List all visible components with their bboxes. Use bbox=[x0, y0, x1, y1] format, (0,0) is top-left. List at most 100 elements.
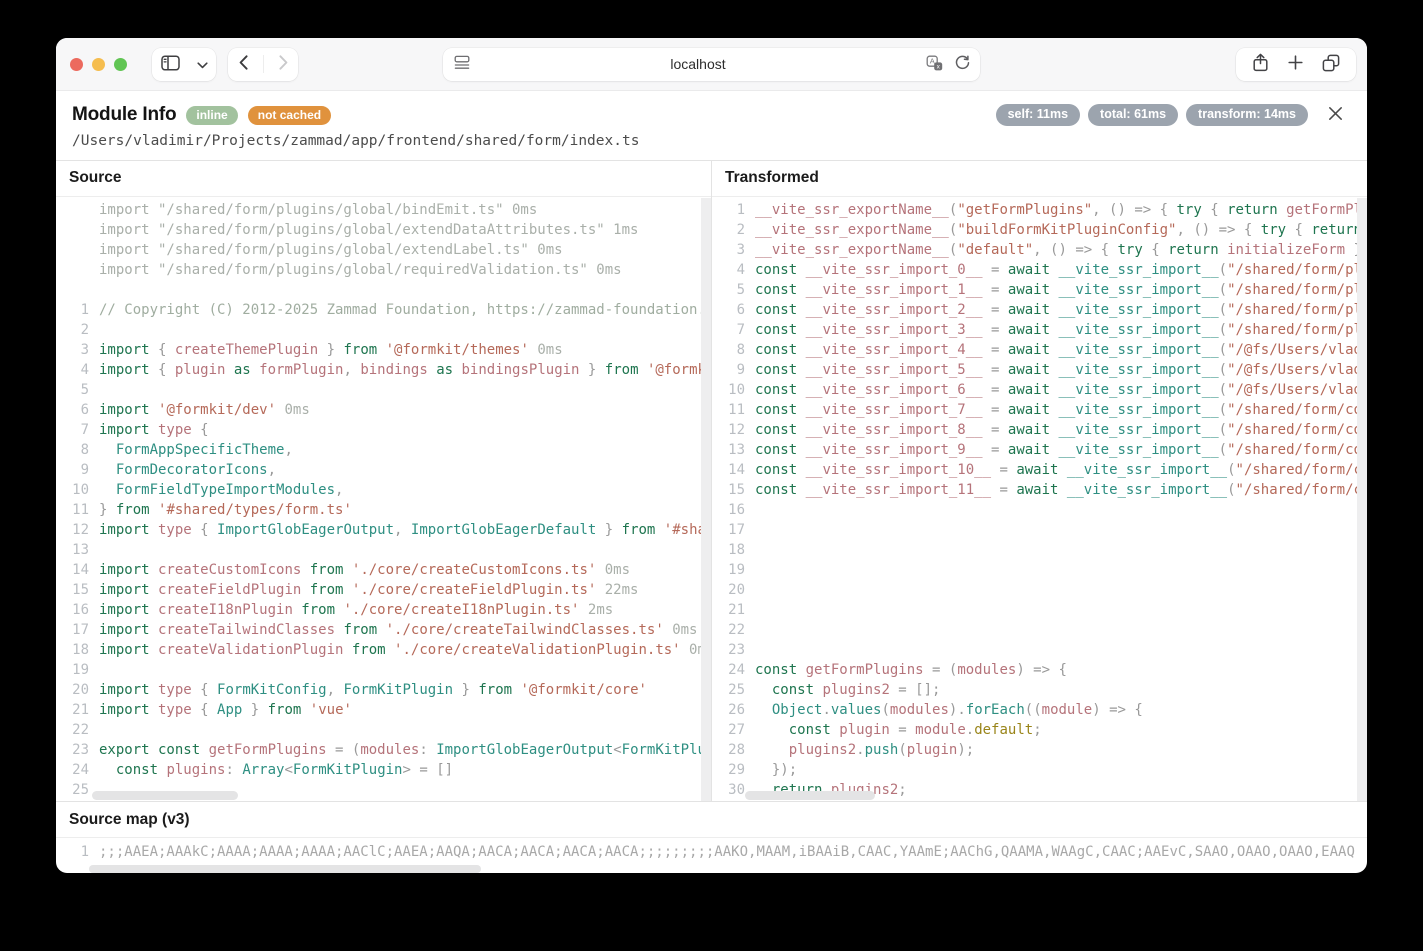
code-token: formPlugin bbox=[259, 362, 343, 378]
code-token: import bbox=[99, 342, 150, 358]
code-token: "getFormPlugins" bbox=[957, 202, 1092, 218]
code-token: < bbox=[613, 742, 621, 758]
sidebar-options-button[interactable] bbox=[191, 57, 214, 72]
code-token: const bbox=[755, 342, 797, 358]
code-token: FormKitPlugin bbox=[622, 742, 711, 758]
code-token: createThemePlugin bbox=[175, 342, 318, 358]
code-token: = ( bbox=[327, 742, 361, 758]
code-token: = bbox=[983, 402, 1008, 418]
code-line: 18import createValidationPlugin from './… bbox=[56, 640, 711, 660]
code-line: 22 bbox=[56, 720, 711, 740]
code-token: import bbox=[99, 562, 150, 578]
code-token: ( bbox=[1219, 282, 1227, 298]
tab-overview-button[interactable] bbox=[1316, 54, 1346, 75]
code-text: plugins2.push(plugin); bbox=[755, 740, 974, 760]
code-token: await bbox=[1008, 342, 1050, 358]
code-line: 17import createTailwindClasses from './c… bbox=[56, 620, 711, 640]
transformed-panel: Transformed 1__vite_ssr_exportName__("ge… bbox=[711, 161, 1367, 801]
code-token: __vite_ssr_import_4__ bbox=[797, 342, 982, 358]
code-text: const __vite_ssr_import_3__ = await __vi… bbox=[755, 320, 1367, 340]
code-token: return bbox=[1168, 242, 1219, 258]
code-text: const __vite_ssr_import_2__ = await __vi… bbox=[755, 300, 1367, 320]
translate-button[interactable]: A x bbox=[920, 55, 949, 74]
close-button[interactable] bbox=[1326, 104, 1345, 126]
minimize-window-button[interactable] bbox=[92, 58, 105, 71]
code-token: = bbox=[983, 442, 1008, 458]
new-tab-button[interactable] bbox=[1282, 55, 1309, 73]
code-line: 1__vite_ssr_exportName__("getFormPlugins… bbox=[712, 200, 1367, 220]
code-token: { bbox=[192, 522, 217, 538]
code-token: import "/shared/form/plugins/global/bind… bbox=[99, 202, 537, 218]
code-token: 0ms bbox=[596, 562, 630, 578]
code-token: 'vue' bbox=[310, 702, 352, 718]
close-window-button[interactable] bbox=[70, 58, 83, 71]
transformed-panel-title: Transformed bbox=[712, 161, 1367, 197]
source-horizontal-scrollbar[interactable] bbox=[92, 791, 238, 800]
code-token bbox=[150, 502, 158, 518]
zoom-window-button[interactable] bbox=[114, 58, 127, 71]
code-line bbox=[56, 280, 711, 300]
code-token: plugins bbox=[158, 762, 225, 778]
code-token: from bbox=[310, 562, 344, 578]
source-vertical-scrollbar[interactable] bbox=[701, 198, 711, 801]
share-button[interactable] bbox=[1246, 53, 1275, 75]
module-file-path: /Users/vladimir/Projects/zammad/app/fron… bbox=[72, 133, 1351, 149]
code-token: modules bbox=[957, 662, 1016, 678]
address-bar[interactable]: localhost A x bbox=[443, 48, 980, 81]
code-token: } bbox=[580, 362, 605, 378]
line-number: 3 bbox=[712, 240, 755, 260]
code-token: from bbox=[310, 582, 344, 598]
line-number: 16 bbox=[712, 500, 755, 520]
code-token: ( bbox=[1219, 362, 1227, 378]
code-text: const plugins: Array<FormKitPlugin> = [] bbox=[99, 760, 453, 780]
code-text: import '@formkit/dev' 0ms bbox=[99, 400, 310, 420]
code-line: import "/shared/form/plugins/global/exte… bbox=[56, 220, 711, 240]
code-token: ( bbox=[1227, 462, 1235, 478]
reload-button[interactable] bbox=[949, 55, 980, 73]
code-token: './core/createCustomIcons.ts' bbox=[352, 562, 596, 578]
code-token: ImportGlobEagerDefault bbox=[411, 522, 596, 538]
code-line: 4const __vite_ssr_import_0__ = await __v… bbox=[712, 260, 1367, 280]
back-button[interactable] bbox=[233, 55, 254, 73]
code-line: 24 const plugins: Array<FormKitPlugin> =… bbox=[56, 760, 711, 780]
sidebar-toggle-button[interactable] bbox=[155, 55, 186, 74]
code-token: __vite_ssr_import__ bbox=[1058, 402, 1218, 418]
code-token: { bbox=[1286, 222, 1311, 238]
code-token: createI18nPlugin bbox=[150, 602, 302, 618]
line-number: 2 bbox=[712, 220, 755, 240]
forward-button[interactable] bbox=[273, 55, 294, 73]
url-text: localhost bbox=[476, 56, 920, 72]
line-number: 28 bbox=[712, 740, 755, 760]
code-token: __vite_ssr_import_8__ bbox=[797, 422, 982, 438]
code-token: export bbox=[99, 742, 150, 758]
reader-view-button[interactable] bbox=[443, 55, 476, 73]
code-token: "/shared/form/plugins/global/extendLabel… bbox=[1227, 302, 1367, 318]
transformed-horizontal-scrollbar[interactable] bbox=[745, 791, 875, 800]
code-text: const __vite_ssr_import_7__ = await __vi… bbox=[755, 400, 1367, 420]
code-text: import createCustomIcons from './core/cr… bbox=[99, 560, 630, 580]
code-token: { bbox=[1202, 202, 1227, 218]
code-line: 2__vite_ssr_exportName__("buildFormKitPl… bbox=[712, 220, 1367, 240]
toolbar-right-group bbox=[1236, 48, 1356, 81]
code-token: import bbox=[99, 602, 150, 618]
code-token: const bbox=[755, 262, 797, 278]
code-token: const bbox=[755, 482, 797, 498]
code-token: module bbox=[915, 722, 966, 738]
code-token: "/@fs/Users/vladimir/Projects/zammad/nod… bbox=[1227, 342, 1367, 358]
code-token: await bbox=[1008, 422, 1050, 438]
code-token: plugin bbox=[175, 362, 226, 378]
line-number: 1 bbox=[56, 300, 99, 320]
line-number: 25 bbox=[712, 680, 755, 700]
sourcemap-horizontal-scrollbar[interactable] bbox=[89, 865, 481, 873]
line-number: 13 bbox=[712, 440, 755, 460]
code-token: from bbox=[268, 702, 302, 718]
code-line: 14const __vite_ssr_import_10__ = await _… bbox=[712, 460, 1367, 480]
code-token bbox=[150, 402, 158, 418]
transformed-vertical-scrollbar[interactable] bbox=[1357, 198, 1367, 801]
code-line: import "/shared/form/plugins/global/requ… bbox=[56, 260, 711, 280]
code-token bbox=[512, 682, 520, 698]
code-token: 0ms bbox=[529, 342, 563, 358]
code-token bbox=[377, 342, 385, 358]
code-line: 5 bbox=[56, 380, 711, 400]
code-token: from bbox=[343, 342, 377, 358]
